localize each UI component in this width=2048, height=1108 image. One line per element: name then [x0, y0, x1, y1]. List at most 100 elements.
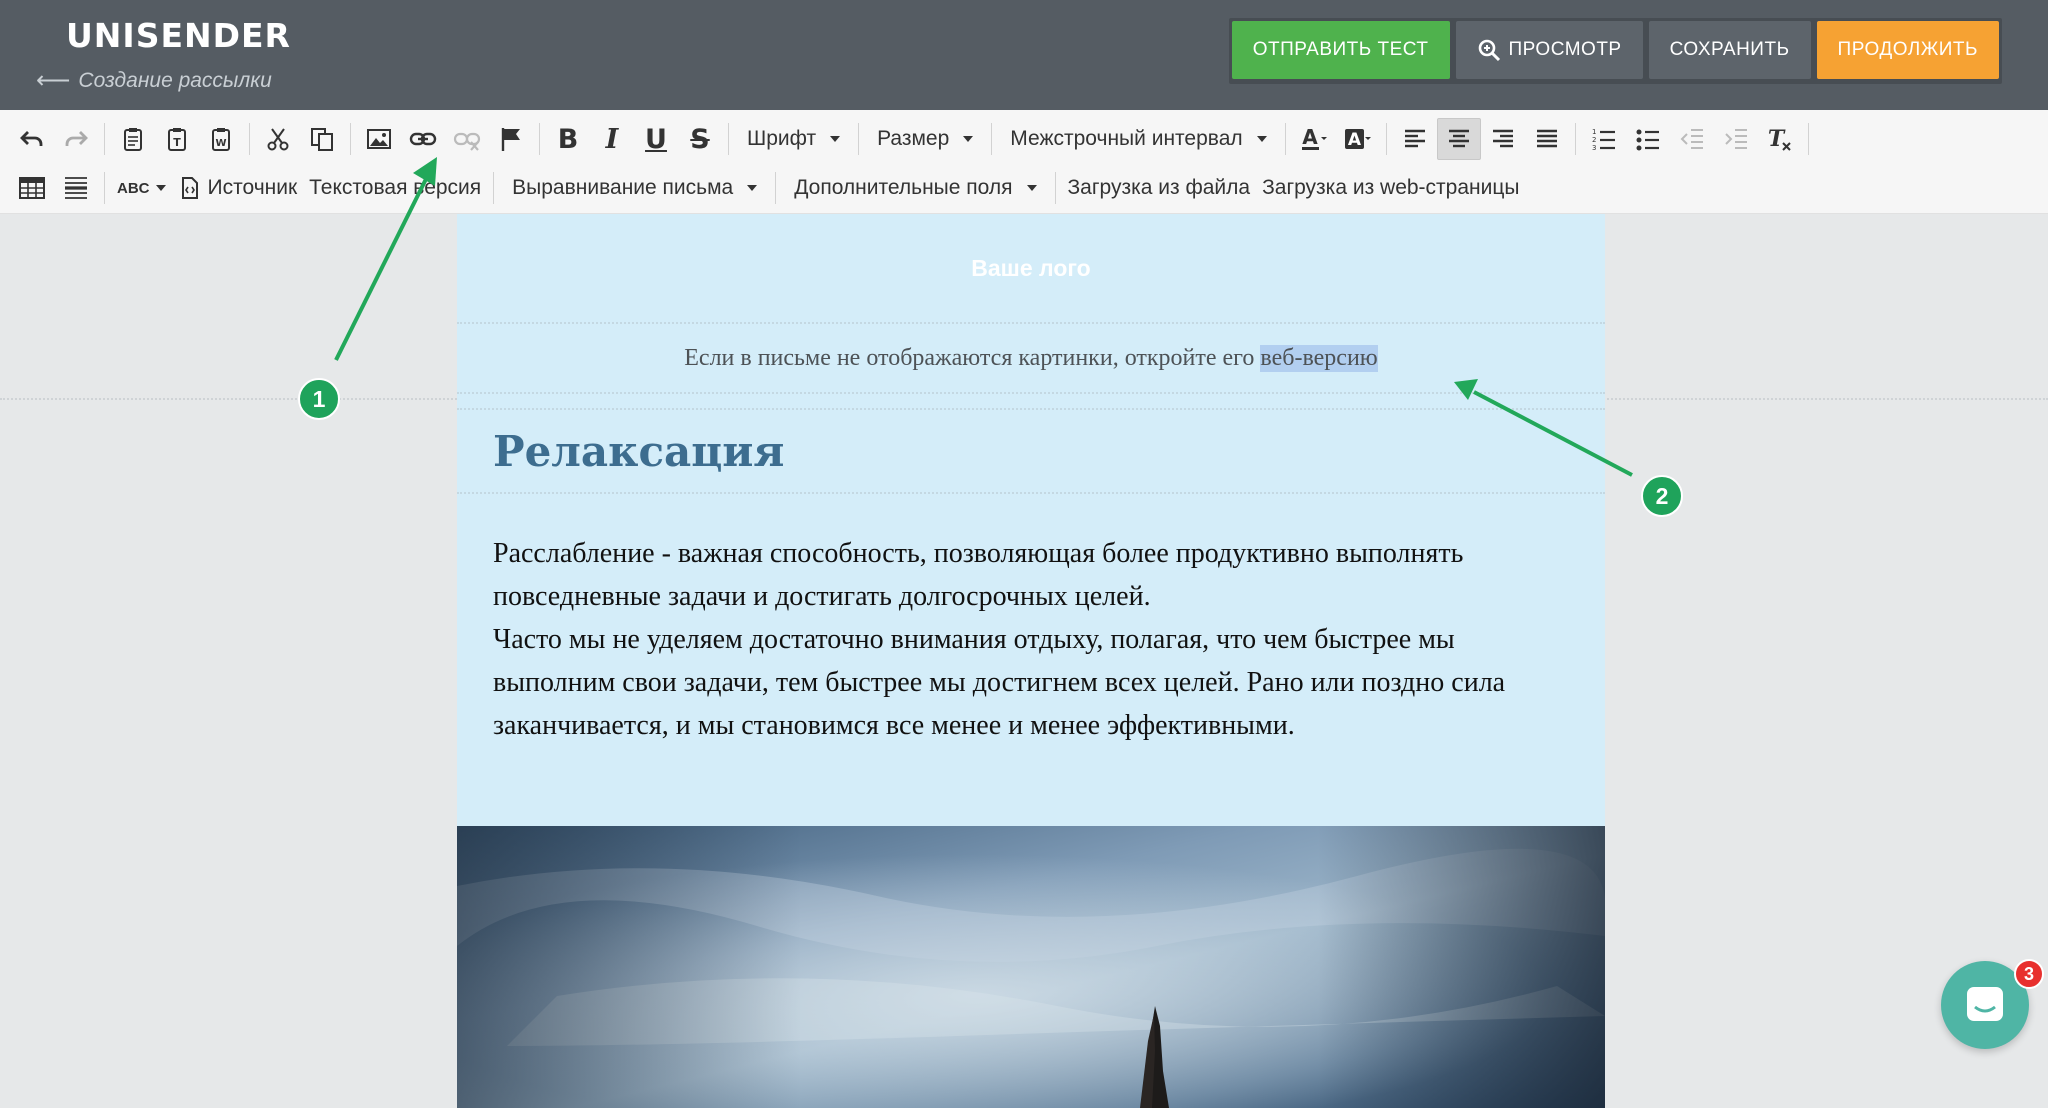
- source-button[interactable]: Источник: [172, 167, 304, 209]
- svg-text:W: W: [215, 138, 226, 149]
- email-content: Ваше лого Если в письме не отображаются …: [457, 214, 1605, 1108]
- toolbar-separator: [104, 123, 105, 155]
- underline-icon: U: [645, 123, 667, 155]
- yoga-sky-photo[interactable]: [457, 826, 1605, 1108]
- strikethrough-button[interactable]: S: [678, 118, 722, 160]
- header-actions: ОТПРАВИТЬ ТЕСТ ПРОСМОТР СОХРАНИТЬ ПРОДОЛ…: [1228, 18, 2002, 84]
- toolbar-separator: [1385, 123, 1387, 155]
- chat-unread-badge: 3: [2014, 959, 2044, 989]
- horizontal-rule-button[interactable]: [54, 167, 98, 209]
- body-text-block[interactable]: Расслабление - важная способность, позво…: [457, 494, 1605, 822]
- toolbar-separator: [858, 123, 860, 155]
- text-version-button[interactable]: Текстовая версия: [303, 167, 487, 209]
- anchor-button[interactable]: [489, 118, 533, 160]
- outdent-icon: [1680, 129, 1703, 149]
- redo-icon: [65, 131, 88, 146]
- toolbar-row-1: T W B I U S Шрифт Размер Межстрочный инт…: [10, 116, 1815, 162]
- size-dropdown-label: Размер: [877, 127, 950, 150]
- italic-button[interactable]: I: [590, 118, 634, 160]
- annotation-badge-1: 1: [298, 378, 340, 420]
- horizontal-rule-icon: [65, 177, 87, 199]
- background-color-icon: A: [1344, 129, 1371, 150]
- save-button[interactable]: СОХРАНИТЬ: [1648, 21, 1811, 79]
- paste-word-button[interactable]: W: [199, 118, 243, 160]
- copy-icon: [311, 128, 333, 151]
- font-dropdown-label: Шрифт: [747, 127, 817, 150]
- redo-button[interactable]: [54, 118, 98, 160]
- unlink-icon: [453, 132, 481, 151]
- align-left-button[interactable]: [1393, 118, 1437, 160]
- paste-text-button[interactable]: T: [155, 118, 199, 160]
- align-center-icon: [1448, 129, 1469, 148]
- remove-format-button[interactable]: T: [1758, 118, 1802, 160]
- text-color-button[interactable]: A: [1292, 118, 1336, 160]
- align-justify-button[interactable]: [1525, 118, 1569, 160]
- underline-button[interactable]: U: [634, 118, 678, 160]
- clipboard-icon: [124, 128, 142, 151]
- cut-button[interactable]: [256, 118, 300, 160]
- scissors-icon: [267, 128, 289, 151]
- body-paragraph-1: Расслабление - важная способность, позво…: [493, 538, 1464, 612]
- unlink-button[interactable]: [445, 118, 489, 160]
- toolbar-row-2: ABC Источник Текстовая версия Выравниван…: [10, 165, 1525, 211]
- title-block[interactable]: Релаксация: [457, 410, 1605, 494]
- insert-image-button[interactable]: [357, 118, 401, 160]
- insert-table-button[interactable]: [10, 167, 54, 209]
- email-alignment-dropdown[interactable]: Выравнивание письма: [500, 167, 769, 209]
- bold-button[interactable]: B: [546, 118, 590, 160]
- italic-icon: I: [605, 123, 619, 155]
- source-code-icon: [181, 177, 198, 199]
- chat-bubble-icon: [1967, 987, 2003, 1021]
- continue-button[interactable]: ПРОДОЛЖИТЬ: [1816, 21, 1999, 79]
- paste-text-icon: T: [168, 128, 186, 151]
- bullet-list-button[interactable]: [1626, 118, 1670, 160]
- load-from-file-button[interactable]: Загрузка из файла: [1062, 167, 1257, 209]
- send-test-button[interactable]: ОТПРАВИТЬ ТЕСТ: [1231, 21, 1450, 79]
- text-version-label: Текстовая версия: [309, 176, 482, 199]
- load-from-file-label: Загрузка из файла: [1067, 176, 1251, 199]
- caret-down-icon: [155, 185, 166, 191]
- spellcheck-button[interactable]: ABC: [111, 167, 172, 209]
- background-color-button[interactable]: A: [1336, 118, 1380, 160]
- size-dropdown[interactable]: Размер: [865, 118, 985, 160]
- numbered-list-icon: 123: [1592, 128, 1615, 152]
- numbered-list-button[interactable]: 123: [1582, 118, 1626, 160]
- table-icon: [19, 177, 45, 199]
- extra-fields-label: Дополнительные поля: [794, 176, 1013, 199]
- toolbar-separator: [350, 123, 351, 155]
- magnifier-icon: [1478, 39, 1500, 62]
- toolbar-separator: [104, 172, 105, 204]
- outdent-button[interactable]: [1670, 118, 1714, 160]
- svg-text:T: T: [1767, 126, 1785, 152]
- toolbar-separator: [775, 172, 777, 204]
- indent-button[interactable]: [1714, 118, 1758, 160]
- line-spacing-dropdown[interactable]: Межстрочный интервал: [998, 118, 1278, 160]
- logo-placeholder: Ваше лого: [971, 254, 1091, 281]
- font-dropdown[interactable]: Шрифт: [735, 118, 852, 160]
- paste-button[interactable]: [111, 118, 155, 160]
- preview-button[interactable]: ПРОСМОТР: [1455, 21, 1643, 79]
- align-center-button[interactable]: [1436, 118, 1481, 160]
- copy-button[interactable]: [300, 118, 344, 160]
- preheader-block[interactable]: Если в письме не отображаются картинки, …: [457, 324, 1605, 394]
- insert-link-button[interactable]: [401, 118, 445, 160]
- body-paragraph-2: Часто мы не уделяем достаточно внимания …: [493, 624, 1506, 741]
- spacer-block: [457, 394, 1605, 410]
- toolbar-separator: [1284, 123, 1286, 155]
- load-from-web-button[interactable]: Загрузка из web-страницы: [1256, 167, 1525, 209]
- align-right-button[interactable]: [1481, 118, 1525, 160]
- align-right-icon: [1492, 129, 1513, 148]
- unisender-logo[interactable]: UNISENDER: [66, 16, 291, 55]
- paste-word-icon: W: [212, 128, 230, 151]
- logo-block[interactable]: Ваше лого: [457, 214, 1605, 324]
- email-alignment-label: Выравнивание письма: [512, 176, 734, 199]
- back-link[interactable]: ⟵ Создание рассылки: [36, 66, 272, 95]
- toolbar-separator: [1807, 123, 1809, 155]
- web-version-link[interactable]: веб-версию: [1260, 344, 1378, 372]
- strikethrough-icon: S: [690, 123, 710, 155]
- editor-toolbar: T W B I U S Шрифт Размер Межстрочный инт…: [0, 110, 2048, 214]
- toolbar-separator: [728, 123, 729, 155]
- caret-down-icon: [830, 136, 841, 142]
- extra-fields-dropdown[interactable]: Дополнительные поля: [782, 167, 1048, 209]
- undo-button[interactable]: [10, 118, 54, 160]
